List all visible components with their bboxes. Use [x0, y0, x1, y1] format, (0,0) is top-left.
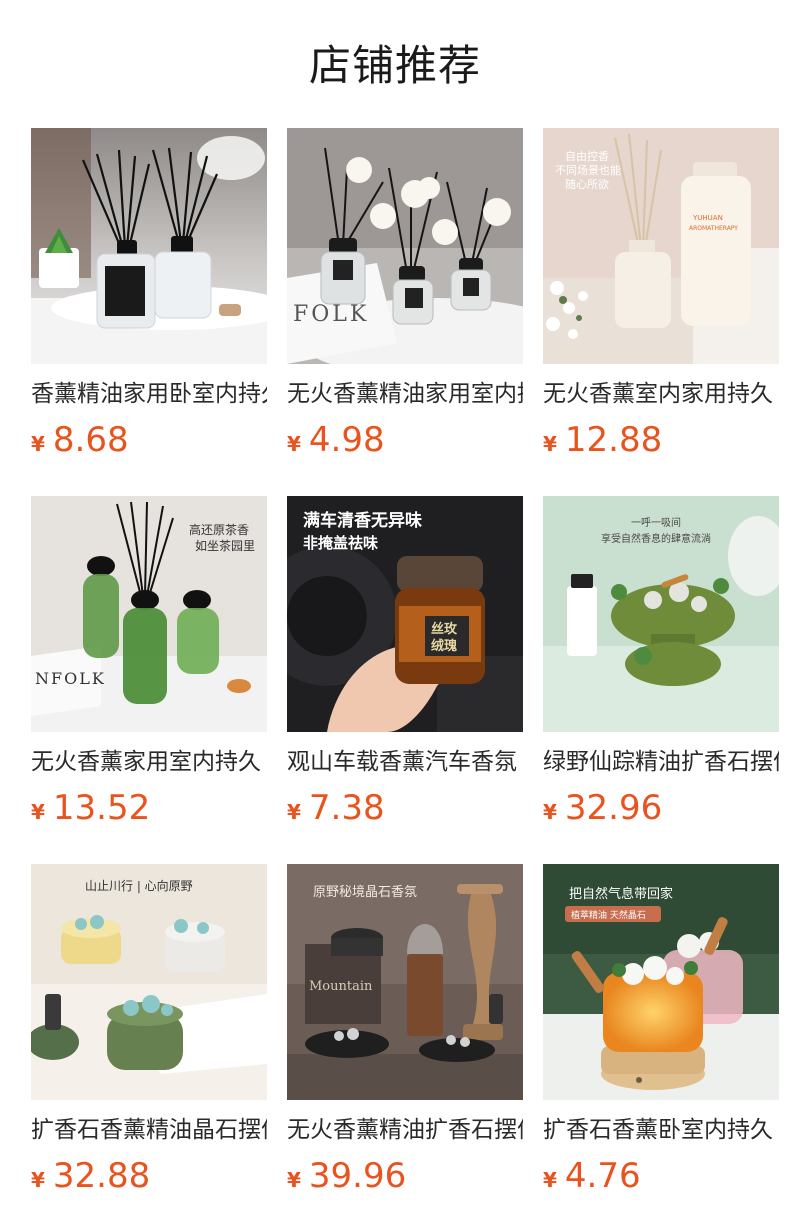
product-card[interactable]: FOLK 无火香薰精油家用室内持 ¥ 4.98 — [287, 128, 523, 496]
product-card[interactable]: YUHUAN AROMATHERAPY 自由控香 不同场景也能 随心所欲 无火香… — [543, 128, 779, 496]
product-price: ¥ 7.38 — [287, 788, 523, 828]
product-price: ¥ 12.88 — [543, 420, 779, 460]
overlay-tag-text: 植萃精油 天然晶石 — [571, 909, 646, 921]
product-price: ¥ 4.98 — [287, 420, 523, 460]
price-amount: 39.96 — [308, 1156, 407, 1196]
currency-symbol: ¥ — [287, 432, 301, 456]
overlay-text: 自由控香 — [565, 149, 609, 163]
crystal-stone-bowls-image[interactable]: 山止川行 | 心向原野 — [31, 864, 267, 1100]
box-label-text: Mountain — [309, 979, 373, 994]
reed-diffuser-green-bottles-image[interactable]: NFOLK 高还原茶香 如坐茶园里 — [31, 496, 267, 732]
product-name[interactable]: 扩香石香薰卧室内持久 — [543, 1114, 779, 1148]
book-spine-text: NFOLK — [35, 669, 106, 688]
currency-symbol: ¥ — [543, 800, 557, 824]
product-price: ¥ 8.68 — [31, 420, 267, 460]
page-title: 店铺推荐 — [308, 41, 481, 90]
price-amount: 32.96 — [564, 788, 663, 828]
product-card[interactable]: 山止川行 | 心向原野 扩香石香薰精油晶石摆件 ¥ 32.88 — [31, 864, 267, 1232]
overlay-text: 原野秘境晶石香氛 — [313, 885, 417, 900]
product-price: ¥ 32.96 — [543, 788, 779, 828]
price-amount: 4.76 — [564, 1156, 641, 1196]
price-amount: 7.38 — [308, 788, 385, 828]
overlay-text: 享受自然香息的肆意流淌 — [601, 532, 711, 545]
product-card[interactable]: 植萃精油 天然晶石 把自然气息带回家 扩香石香薰卧室内持久 ¥ 4.76 — [543, 864, 779, 1232]
reed-diffuser-white-flowers-image[interactable]: FOLK — [287, 128, 523, 364]
currency-symbol: ¥ — [31, 1168, 45, 1192]
overlay-text: 把自然气息带回家 — [569, 886, 673, 902]
crystal-stone-dark-set-image[interactable]: Mountain 原野秘境晶石香氛 — [287, 864, 523, 1100]
product-name[interactable]: 无火香薰精油家用室内持 — [287, 378, 523, 412]
car-aroma-jar-image[interactable]: 丝玫 绒瑰 满车清香无异味 非掩盖祛味 — [287, 496, 523, 732]
product-card[interactable]: 香薰精油家用卧室内持久 ¥ 8.68 — [31, 128, 267, 496]
product-price: ¥ 32.88 — [31, 1156, 267, 1196]
currency-symbol: ¥ — [287, 1168, 301, 1192]
reed-diffuser-beige-bottles-image[interactable]: YUHUAN AROMATHERAPY 自由控香 不同场景也能 随心所欲 — [543, 128, 779, 364]
product-price: ¥ 39.96 — [287, 1156, 523, 1196]
jar-label-text: 丝玫 — [431, 621, 458, 637]
overlay-text: 如坐茶园里 — [195, 538, 255, 553]
product-card[interactable]: Mountain 原野秘境晶石香氛 无火香薰精油扩香石摆件 ¥ 39.96 — [287, 864, 523, 1232]
overlay-text: 随心所欲 — [565, 177, 609, 191]
bottle-label-text: AROMATHERAPY — [689, 225, 738, 232]
book-spine-text: FOLK — [293, 302, 369, 327]
price-amount: 13.52 — [52, 788, 151, 828]
jar-label-text: 绒瑰 — [431, 638, 457, 654]
product-name[interactable]: 香薰精油家用卧室内持久 — [31, 378, 267, 412]
currency-symbol: ¥ — [543, 1168, 557, 1192]
product-price: ¥ 4.76 — [543, 1156, 779, 1196]
currency-symbol: ¥ — [287, 800, 301, 824]
product-name[interactable]: 无火香薰家用室内持久 — [31, 746, 267, 780]
product-name[interactable]: 无火香薰精油扩香石摆件 — [287, 1114, 523, 1148]
overlay-text: 非掩盖祛味 — [303, 534, 378, 552]
overlay-text: 满车清香无异味 — [303, 510, 422, 531]
price-amount: 4.98 — [308, 420, 385, 460]
diffuser-stone-green-image[interactable]: 一呼一吸间 享受自然香息的肆意流淌 — [543, 496, 779, 732]
product-name[interactable]: 绿野仙踪精油扩香石摆件 — [543, 746, 779, 780]
product-card[interactable]: NFOLK 高还原茶香 如坐茶园里 无火香薰家用室内持久 ¥ 13.52 — [31, 496, 267, 864]
currency-symbol: ¥ — [31, 800, 45, 824]
price-amount: 12.88 — [564, 420, 663, 460]
overlay-text: 山止川行 | 心向原野 — [85, 878, 193, 893]
product-grid: 香薰精油家用卧室内持久 ¥ 8.68 FOLK 无火香薰精油家用室内持 ¥ 4.… — [31, 128, 779, 1232]
product-card[interactable]: 一呼一吸间 享受自然香息的肆意流淌 绿野仙踪精油扩香石摆件 ¥ 32.96 — [543, 496, 779, 864]
product-name[interactable]: 观山车载香薰汽车香氛 — [287, 746, 523, 780]
currency-symbol: ¥ — [543, 432, 557, 456]
currency-symbol: ¥ — [31, 432, 45, 456]
product-name[interactable]: 扩香石香薰精油晶石摆件 — [31, 1114, 267, 1148]
overlay-text: 不同场景也能 — [555, 163, 621, 177]
product-card[interactable]: 丝玫 绒瑰 满车清香无异味 非掩盖祛味 观山车载香薰汽车香氛 ¥ 7.38 — [287, 496, 523, 864]
crystal-lamp-glow-image[interactable]: 植萃精油 天然晶石 把自然气息带回家 — [543, 864, 779, 1100]
bottle-brand-text: YUHUAN — [692, 214, 723, 222]
price-amount: 8.68 — [52, 420, 129, 460]
reed-diffuser-black-bottles-image[interactable] — [31, 128, 267, 364]
product-name[interactable]: 无火香薰室内家用持久 — [543, 378, 779, 412]
overlay-text: 一呼一吸间 — [631, 516, 681, 529]
price-amount: 32.88 — [52, 1156, 151, 1196]
product-price: ¥ 13.52 — [31, 788, 267, 828]
overlay-text: 高还原茶香 — [189, 522, 249, 537]
